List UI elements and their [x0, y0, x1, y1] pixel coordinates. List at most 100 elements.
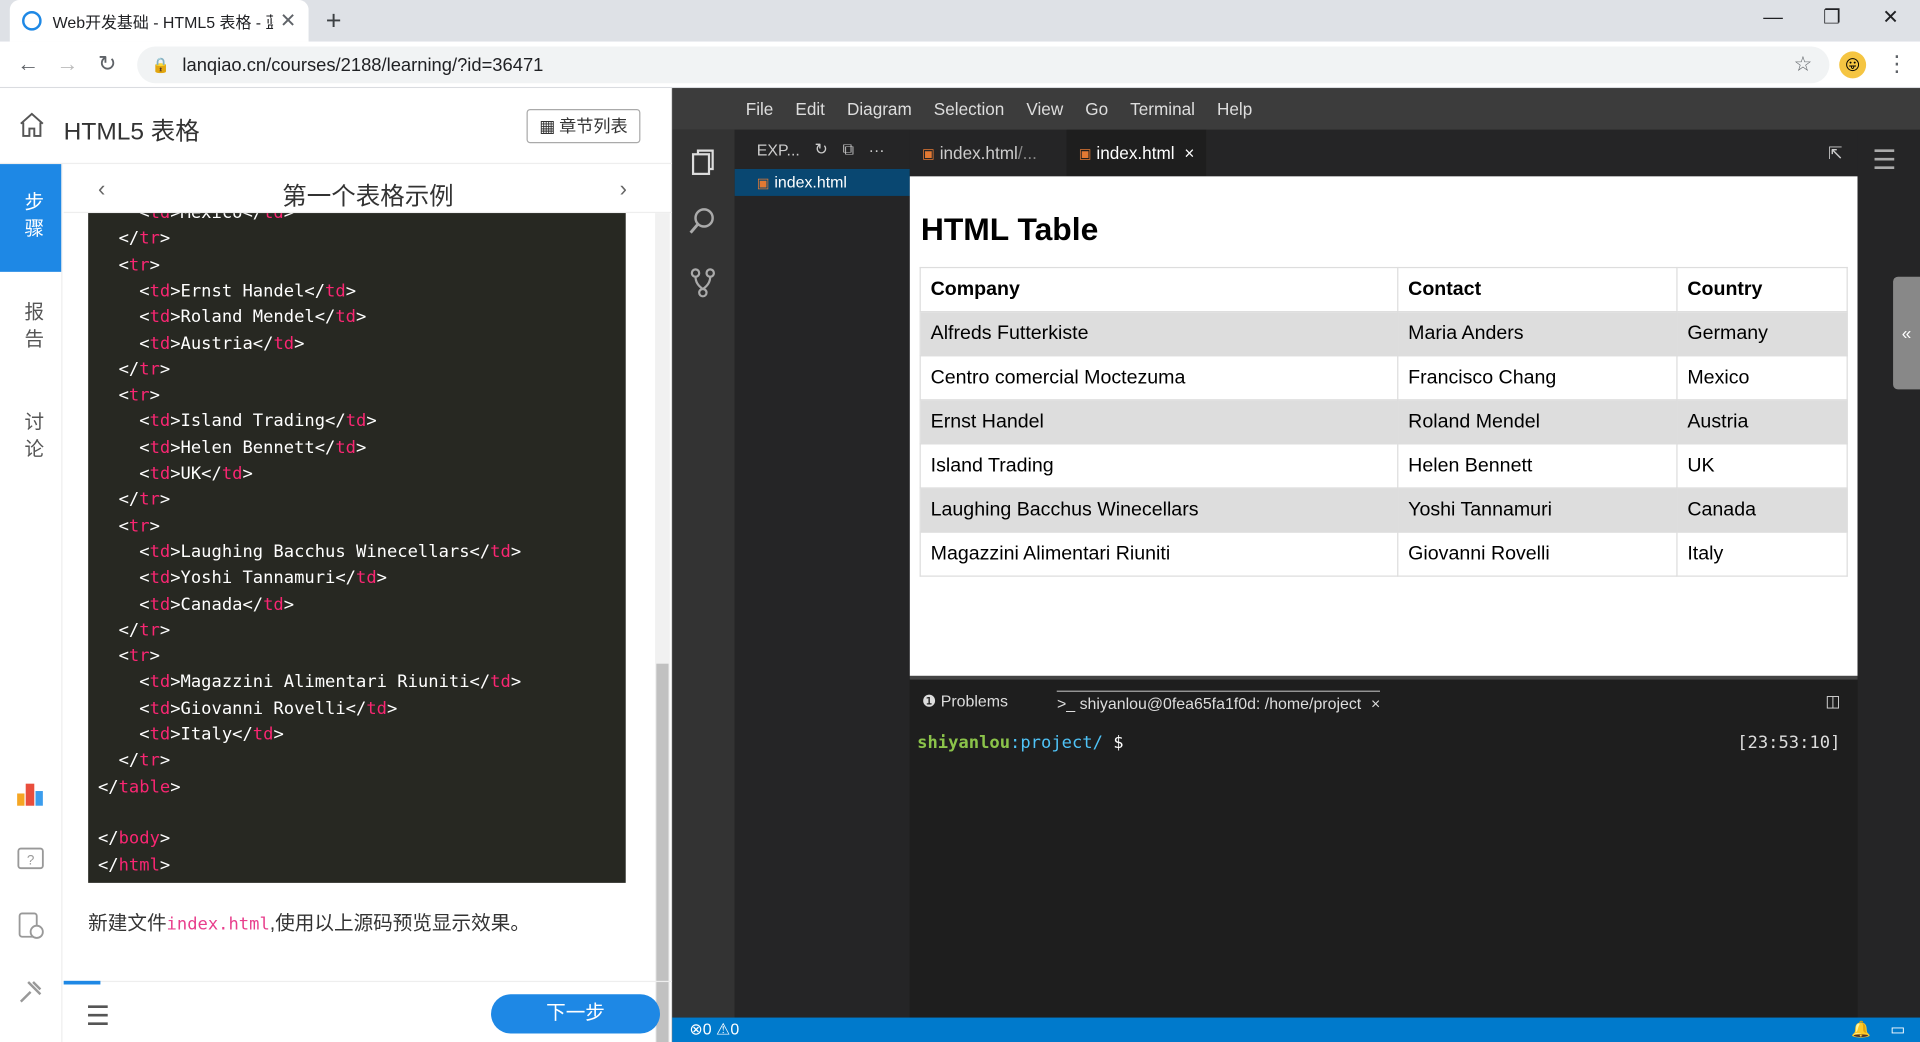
more-icon[interactable]: ··· — [869, 140, 885, 158]
terminal-output[interactable]: shiyanlou:project/ $ [23:53:10] — [917, 733, 1848, 753]
menu-item[interactable]: Go — [1085, 99, 1108, 119]
list-icon[interactable]: ☰ — [86, 1000, 110, 1032]
next-step-chevron-icon[interactable]: › — [620, 176, 627, 202]
code-token: td — [149, 281, 171, 302]
code-token: < — [139, 437, 150, 458]
code-token: </ — [118, 620, 140, 641]
menu-item[interactable]: View — [1026, 99, 1063, 119]
browser-tab[interactable]: Web开发基础 - HTML5 表格 - 蓝 ✕ — [9, 0, 309, 42]
chapter-list-button[interactable]: ▦ 章节列表 — [526, 108, 641, 144]
restore-button[interactable]: ❐ — [1802, 0, 1861, 42]
notification-bell-icon[interactable]: 🔔 — [1851, 1020, 1871, 1040]
maximize-panel-icon[interactable]: ◫ — [1825, 692, 1840, 712]
open-preview-icon[interactable]: ⇱ — [1816, 130, 1855, 177]
table-row: Magazzini Alimentari Riuniti Giovanni Rov… — [919, 531, 1848, 577]
error-count-value: 0 — [702, 1020, 712, 1039]
panel-tabs: ❶ Problems >_ shiyanlou@0fea65fa1f0d: /h… — [910, 680, 1858, 724]
progress-bar — [63, 980, 101, 985]
code-token: </ — [97, 829, 119, 849]
leaderboard-icon[interactable] — [16, 779, 45, 808]
problems-tab-label: Problems — [940, 691, 1009, 711]
code-line: </tr> — [98, 357, 171, 383]
home-icon[interactable] — [17, 110, 46, 139]
explorer-header: EXP... ↻ ⧉ ··· — [734, 129, 910, 169]
close-tab-icon[interactable]: ✕ — [280, 9, 296, 33]
error-count[interactable]: ⊗0 ⚠0 — [689, 1020, 739, 1040]
explorer-file-item[interactable]: ▣ index.html — [734, 168, 910, 196]
menu-item[interactable]: File — [746, 99, 774, 119]
code-token: html — [118, 855, 160, 875]
code-token: </ — [118, 490, 140, 510]
code-token: > — [294, 333, 305, 354]
code-token: > — [159, 229, 171, 249]
editor-tab-1[interactable]: ▣ index.html /... — [910, 130, 1049, 177]
editor-tab-2[interactable]: ▣ index.html × — [1066, 129, 1207, 177]
code-line: </table> — [98, 775, 181, 801]
code-token: < — [139, 594, 150, 615]
explorer-files-icon[interactable] — [687, 147, 719, 179]
source-control-icon[interactable] — [687, 267, 719, 299]
outline-list-icon[interactable]: ☰ — [1872, 144, 1896, 176]
problems-tab[interactable]: ❶ Problems — [922, 692, 1008, 712]
code-line: <td>Magazzini Alimentari Riuniti</td> — [98, 670, 521, 696]
menu-item[interactable]: Edit — [795, 99, 825, 119]
code-token: td — [252, 724, 274, 745]
preview-table: Company Contact Country Alfreds Futterki… — [919, 266, 1848, 577]
code-token: > — [149, 255, 160, 276]
bookmark-star-icon[interactable]: ☆ — [1794, 53, 1813, 77]
profile-avatar[interactable]: 😛 — [1839, 51, 1867, 79]
tools-icon[interactable] — [16, 977, 45, 1006]
table-cell: Germany — [1676, 311, 1848, 357]
next-step-button[interactable]: 下一步 — [491, 994, 661, 1034]
code-token: </ — [118, 229, 140, 249]
collapse-panel-button[interactable]: « — [1893, 276, 1920, 390]
code-token: > — [356, 307, 367, 328]
code-token: td — [149, 307, 171, 328]
code-token: >Mexico</ — [170, 213, 264, 223]
table-row: Centro comercial Moctezuma Francisco Chan… — [919, 355, 1848, 401]
collapse-all-icon[interactable]: ⧉ — [843, 140, 854, 160]
browser-menu-icon[interactable]: ⋮ — [1886, 51, 1908, 77]
code-token: td — [149, 333, 171, 354]
refresh-icon[interactable]: ↻ — [815, 140, 828, 160]
rail-item-steps[interactable]: 步骤 — [0, 164, 62, 272]
table-cell: Laughing Bacchus Winecellars — [919, 487, 1399, 533]
close-window-button[interactable]: ✕ — [1861, 0, 1920, 42]
code-token: td — [149, 213, 171, 223]
menu-item[interactable]: Diagram — [847, 99, 912, 119]
minimize-button[interactable]: — — [1744, 0, 1803, 42]
code-token: > — [149, 385, 160, 406]
help-icon[interactable]: ? — [16, 845, 45, 874]
code-token: < — [139, 333, 150, 354]
code-token: td — [149, 594, 171, 615]
close-tab-icon[interactable]: × — [1184, 143, 1194, 163]
search-icon[interactable] — [687, 206, 719, 238]
table-cell: Mexico — [1676, 355, 1848, 401]
notes-icon[interactable] — [16, 911, 45, 940]
rail-item-discussion[interactable]: 讨论 — [0, 384, 61, 492]
menu-item[interactable]: Terminal — [1130, 99, 1195, 119]
menu-item[interactable]: Selection — [934, 99, 1005, 119]
step-description: 新建文件index.html,使用以上源码预览显示效果。 — [88, 906, 530, 935]
layout-icon[interactable]: ▭ — [1890, 1020, 1905, 1040]
reload-icon[interactable]: ↻ — [98, 51, 116, 77]
code-token: td — [263, 213, 284, 223]
terminal-path: :project/ — [1010, 733, 1103, 754]
forward-icon[interactable]: → — [56, 51, 78, 77]
close-terminal-icon[interactable]: × — [1371, 694, 1380, 712]
code-token: td — [149, 437, 171, 458]
rail-item-report[interactable]: 报告 — [0, 274, 61, 382]
address-bar[interactable]: 🔒 lanqiao.cn/courses/2188/learning/?id=3… — [137, 46, 1830, 84]
back-icon[interactable]: ← — [17, 51, 39, 77]
table-cell: Giovanni Rovelli — [1397, 531, 1678, 577]
code-token: table — [118, 777, 171, 797]
code-token: td — [366, 698, 387, 719]
menu-item[interactable]: Help — [1217, 99, 1252, 119]
new-tab-button[interactable]: + — [326, 5, 342, 37]
terminal-tab[interactable]: >_ shiyanlou@0fea65fa1f0d: /home/project… — [1056, 690, 1381, 713]
